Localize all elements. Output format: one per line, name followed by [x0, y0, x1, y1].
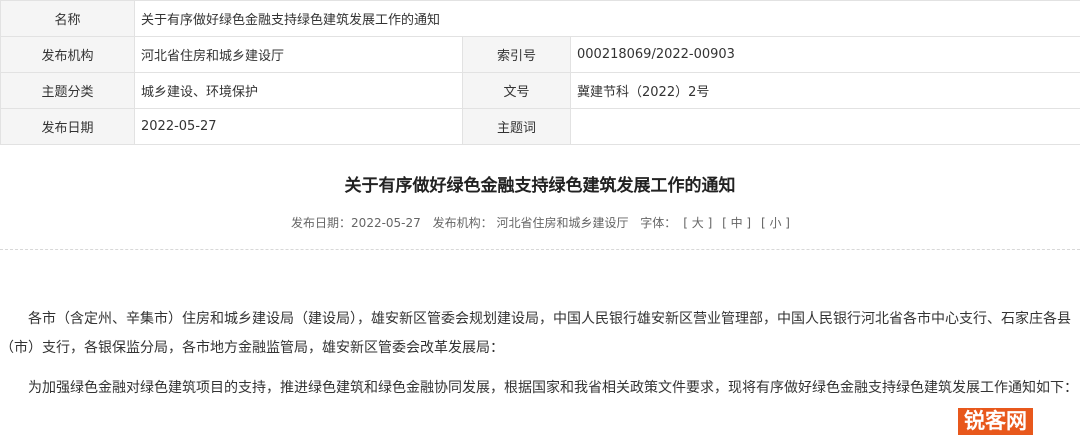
agency-label: 发布机构: [1, 37, 135, 73]
watermark-logo: 锐客网: [958, 408, 1033, 435]
index-label: 索引号: [463, 37, 571, 73]
agency-value: 河北省住房和城乡建设厅: [135, 37, 463, 73]
name-label: 名称: [1, 1, 135, 37]
meta-row-date: 发布日期 2022-05-27 主题词: [1, 109, 1080, 145]
meta-row-agency: 发布机构 河北省住房和城乡建设厅 索引号 000218069/2022-0090…: [1, 37, 1080, 73]
publish-date: 发布日期：2022-05-27: [291, 216, 421, 230]
divider: [0, 249, 1080, 250]
article-info-bar: 发布日期：2022-05-27 发布机构： 河北省住房和城乡建设厅 字体： [ 大…: [0, 214, 1080, 231]
name-value: 关于有序做好绿色金融支持绿色建筑发展工作的通知: [135, 1, 1080, 37]
keyword-label: 主题词: [463, 109, 571, 145]
paragraph-2: 为加强绿色金融对绿色建筑项目的支持，推进绿色建筑和绿色金融协同发展，根据国家和我…: [0, 374, 1080, 403]
date-value: 2022-05-27: [135, 109, 463, 145]
article-body: 各市（含定州、辛集市）住房和城乡建设局（建设局），雄安新区管委会规划建设局，中国…: [0, 305, 1080, 414]
font-large-button[interactable]: [ 大 ]: [683, 216, 712, 230]
publish-agency: 发布机构： 河北省住房和城乡建设厅: [433, 216, 629, 230]
paragraph-1: 各市（含定州、辛集市）住房和城乡建设局（建设局），雄安新区管委会规划建设局，中国…: [0, 305, 1080, 363]
docno-value: 冀建节科（2022）2号: [571, 73, 1080, 109]
index-value: 000218069/2022-00903: [571, 37, 1080, 73]
font-size-label: 字体：: [640, 216, 676, 230]
keyword-value: [571, 109, 1080, 145]
docno-label: 文号: [463, 73, 571, 109]
metadata-table: 名称 关于有序做好绿色金融支持绿色建筑发展工作的通知 发布机构 河北省住房和城乡…: [0, 0, 1080, 145]
meta-row-name: 名称 关于有序做好绿色金融支持绿色建筑发展工作的通知: [1, 1, 1080, 37]
article-title: 关于有序做好绿色金融支持绿色建筑发展工作的通知: [0, 171, 1080, 196]
topic-value: 城乡建设、环境保护: [135, 73, 463, 109]
meta-row-topic: 主题分类 城乡建设、环境保护 文号 冀建节科（2022）2号: [1, 73, 1080, 109]
font-medium-button[interactable]: [ 中 ]: [722, 216, 751, 230]
topic-label: 主题分类: [1, 73, 135, 109]
font-small-button[interactable]: [ 小 ]: [761, 216, 790, 230]
date-label: 发布日期: [1, 109, 135, 145]
